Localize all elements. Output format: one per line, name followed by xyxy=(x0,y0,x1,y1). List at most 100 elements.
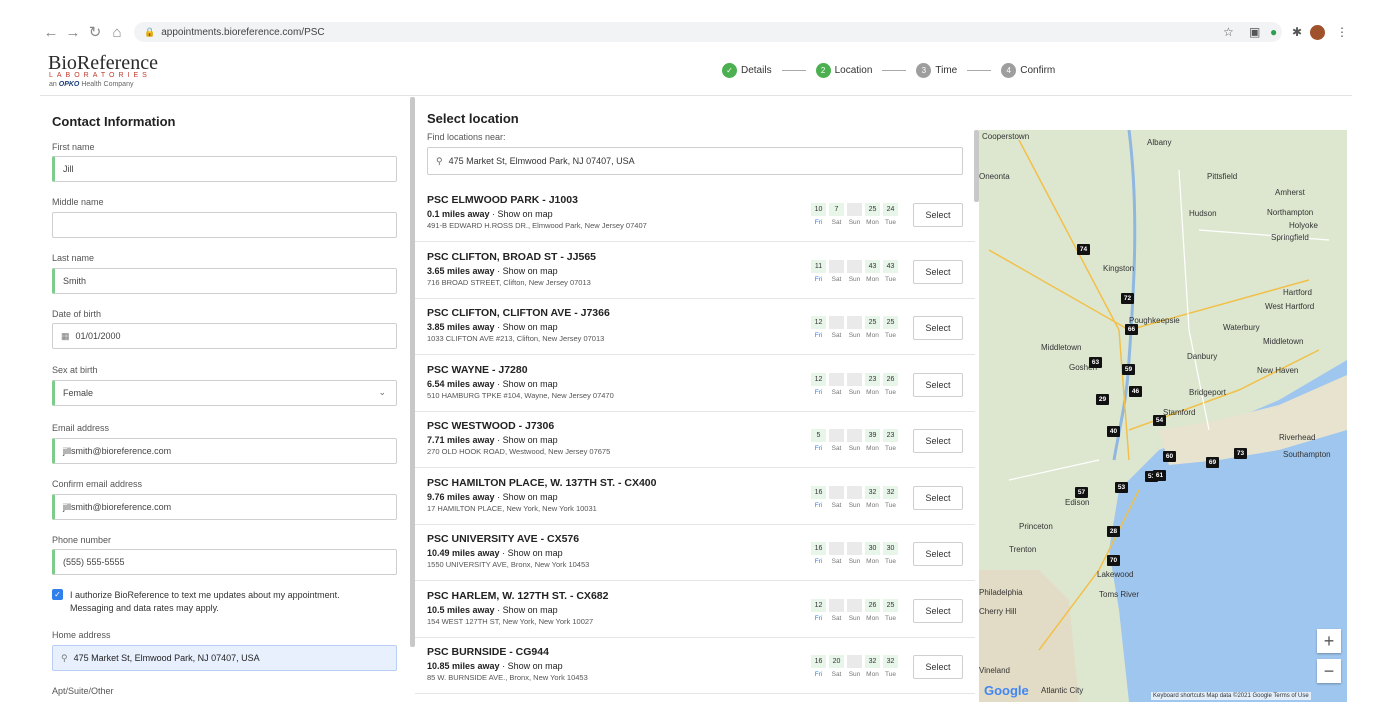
forward-arrow-icon[interactable]: → xyxy=(62,24,84,41)
location-name: PSC HARLEM, W. 127TH ST. - CX682 xyxy=(427,589,609,602)
location-row[interactable]: PSC WAYNE - J7280 6.54 miles away · Show … xyxy=(415,356,975,412)
location-distance: 10.85 miles away · Show on map xyxy=(427,661,563,671)
sms-consent-checkbox[interactable]: ✓ xyxy=(52,589,63,600)
map-pin[interactable]: 69 xyxy=(1206,457,1219,468)
home-icon[interactable]: ⌂ xyxy=(106,24,128,41)
slot-count xyxy=(847,655,862,668)
map-attribution[interactable]: Keyboard shortcuts Map data ©2021 Google… xyxy=(1151,692,1311,700)
day-name: Sat xyxy=(831,332,842,339)
extension-icon[interactable]: ▣ xyxy=(1249,22,1260,42)
show-on-map-link[interactable]: Show on map xyxy=(503,605,558,615)
map-view[interactable]: Cooperstown Albany Oneonta Pittsfield Amhers… xyxy=(979,130,1347,702)
map-pin[interactable]: 29 xyxy=(1096,394,1109,405)
location-row[interactable]: PSC CLIFTON, CLIFTON AVE - J7366 3.85 mil… xyxy=(415,299,975,355)
day-slot: Sat xyxy=(829,598,844,622)
locations-panel: Select location Find locations near: ⚲ 4… xyxy=(415,97,975,702)
map-place-label: Middletown xyxy=(1263,337,1304,346)
step-number: 4 xyxy=(1001,63,1017,78)
show-on-map-link[interactable]: Show on map xyxy=(503,266,558,276)
last-name-input[interactable]: Smith xyxy=(52,268,397,294)
day-name: Mon xyxy=(866,671,879,678)
map-pin[interactable]: 28 xyxy=(1107,526,1120,537)
zoom-out-button[interactable]: − xyxy=(1317,659,1341,683)
map-pin[interactable]: 57 xyxy=(1075,487,1088,498)
phone-input[interactable]: (555) 555-5555 xyxy=(52,549,397,575)
day-slot: Sat xyxy=(829,372,844,396)
reload-icon[interactable]: ↻ xyxy=(84,23,106,41)
location-row[interactable]: PSC WESTWOOD - J7306 7.71 miles away · Sh… xyxy=(415,412,975,468)
location-row[interactable]: PSC ELMWOOD PARK - J1003 0.1 miles away ·… xyxy=(415,186,975,242)
location-row[interactable]: PSC HARLEM, W. 127TH ST. - CX682 10.5 mil… xyxy=(415,582,975,638)
home-address-input[interactable]: ⚲ 475 Market St, Elmwood Park, NJ 07407,… xyxy=(52,645,397,671)
zoom-in-button[interactable]: + xyxy=(1317,629,1341,653)
location-distance: 7.71 miles away · Show on map xyxy=(427,435,558,445)
back-arrow-icon[interactable]: ← xyxy=(40,24,62,41)
select-location-button[interactable]: Select xyxy=(913,259,963,284)
show-on-map-link[interactable]: Show on map xyxy=(503,379,558,389)
show-on-map-link[interactable]: Show on map xyxy=(508,661,563,671)
map-pin[interactable]: 70 xyxy=(1107,555,1120,566)
select-location-button[interactable]: Select xyxy=(913,203,963,227)
day-slot: 26 Tue xyxy=(883,372,898,396)
star-icon[interactable]: ☆ xyxy=(1223,22,1234,42)
map-pin[interactable]: 66 xyxy=(1125,324,1138,335)
address-bar[interactable]: 🔒 appointments.bioreference.com/PSC xyxy=(134,22,1282,42)
show-on-map-link[interactable]: Show on map xyxy=(503,492,558,502)
map-pin[interactable]: 53 xyxy=(1115,482,1128,493)
confirm-email-input[interactable]: jillsmith@bioreference.com xyxy=(52,494,397,520)
select-location-button[interactable]: Select xyxy=(913,429,963,453)
slot-count xyxy=(829,598,844,612)
select-location-button[interactable]: Select xyxy=(913,316,963,340)
profile-avatar[interactable] xyxy=(1310,24,1325,40)
extension-shield-icon[interactable]: ● xyxy=(1270,22,1277,42)
map-pin[interactable]: 63 xyxy=(1089,357,1102,368)
puzzle-icon[interactable]: ✱ xyxy=(1292,22,1302,42)
map-pin[interactable]: 60 xyxy=(1163,451,1176,462)
map-pin[interactable]: 46 xyxy=(1129,386,1142,397)
email-input[interactable]: jillsmith@bioreference.com xyxy=(52,438,397,464)
show-on-map-link[interactable]: Show on map xyxy=(503,435,558,445)
day-slot: 10 Fri xyxy=(811,203,826,226)
map-pin[interactable]: 73 xyxy=(1234,448,1247,459)
chevron-down-icon: ⌄ xyxy=(378,387,386,397)
slot-count: 12 xyxy=(811,372,826,386)
show-on-map-link[interactable]: Show on map xyxy=(508,548,563,558)
day-name: Tue xyxy=(885,388,896,396)
slot-count: 5 xyxy=(811,429,826,442)
location-search-input[interactable]: ⚲ 475 Market St, Elmwood Park, NJ 07407,… xyxy=(427,147,963,175)
map-pin[interactable]: 40 xyxy=(1107,426,1120,437)
map-pin[interactable]: 74 xyxy=(1077,244,1090,255)
map-pin[interactable]: 59 xyxy=(1122,364,1135,375)
map-pin[interactable]: 61 xyxy=(1153,470,1166,481)
first-name-input[interactable]: Jill xyxy=(52,156,397,182)
location-row[interactable]: PSC UNIVERSITY AVE - CX576 10.49 miles aw… xyxy=(415,525,975,581)
day-name: Mon xyxy=(866,501,879,509)
select-location-button[interactable]: Select xyxy=(913,655,963,679)
location-row[interactable]: PSC HAMILTON PLACE, W. 137TH ST. - CX400… xyxy=(415,469,975,525)
dob-input[interactable]: ▦ 01/01/2000 xyxy=(52,323,397,349)
select-location-button[interactable]: Select xyxy=(913,485,963,510)
day-slot: 7 Sat xyxy=(829,203,844,226)
location-distance: 6.54 miles away · Show on map xyxy=(427,378,558,389)
slot-count xyxy=(829,259,844,273)
select-location-button[interactable]: Select xyxy=(913,598,963,623)
day-name: Mon xyxy=(866,219,879,226)
select-location-button[interactable]: Select xyxy=(913,542,963,566)
map-place-label: Stamford xyxy=(1163,408,1196,417)
select-location-button[interactable]: Select xyxy=(913,372,963,397)
middle-name-input[interactable] xyxy=(52,212,397,238)
site-header: BioReference LABORATORIES an OPKO Health… xyxy=(40,46,1352,96)
day-slot: 32 Mon xyxy=(865,485,880,509)
show-on-map-link[interactable]: Show on map xyxy=(503,322,558,332)
map-pin[interactable]: 54 xyxy=(1153,415,1166,426)
brand-sub: LABORATORIES xyxy=(49,72,151,79)
sex-select[interactable]: Female ⌄ xyxy=(52,380,397,406)
step-location: 2 Location xyxy=(815,63,872,78)
slot-count: 26 xyxy=(865,598,880,612)
location-row[interactable]: PSC BURNSIDE - CG944 10.85 miles away · S… xyxy=(415,638,975,694)
location-row[interactable]: PSC CLIFTON, BROAD ST - JJ565 3.65 miles … xyxy=(415,243,975,299)
menu-dots-icon[interactable]: ⋮ xyxy=(1336,22,1348,42)
map-pin[interactable]: 72 xyxy=(1121,293,1134,304)
day-slot: Sat xyxy=(829,316,844,339)
show-on-map-link[interactable]: Show on map xyxy=(498,209,553,219)
